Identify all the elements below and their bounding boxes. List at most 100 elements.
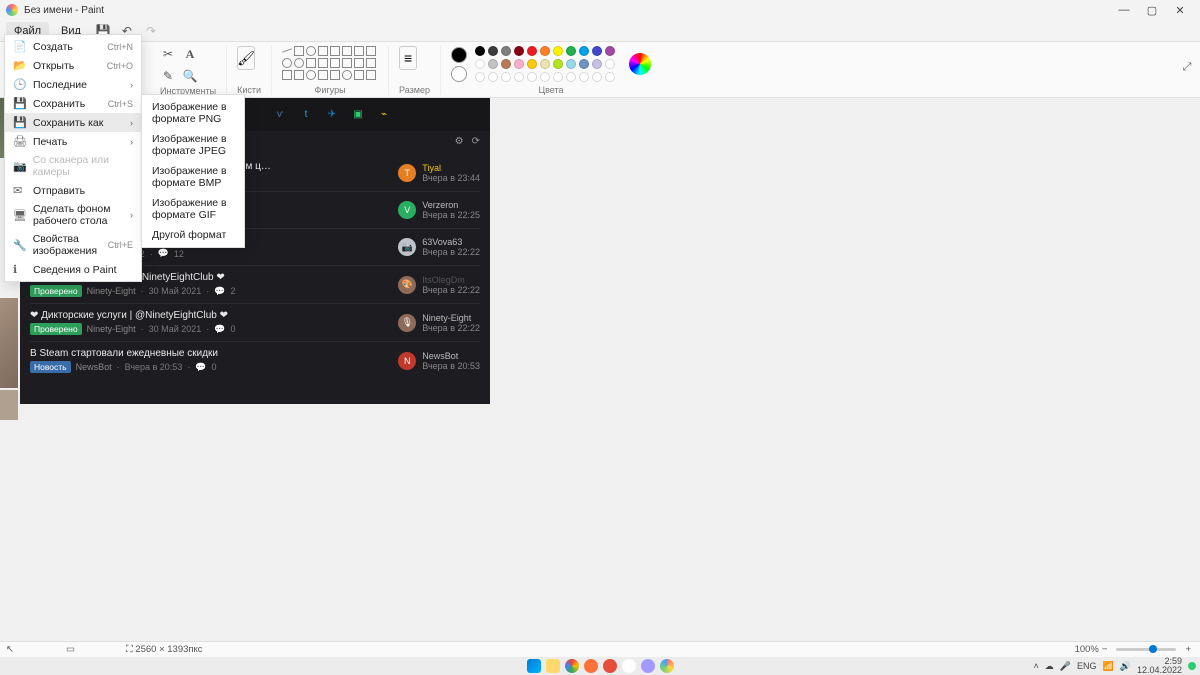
color-swatch[interactable] — [501, 46, 511, 56]
color-swatch[interactable] — [566, 72, 576, 82]
color-swatch[interactable] — [605, 72, 615, 82]
notification-dot-icon[interactable] — [1188, 662, 1196, 670]
save-as-item[interactable]: Изображение в формате PNG — [142, 97, 244, 129]
chevron-right-icon: › — [130, 137, 133, 147]
save-as-item[interactable]: Изображение в формате GIF — [142, 193, 244, 225]
close-button[interactable]: ✕ — [1166, 4, 1194, 17]
color-swatch[interactable] — [501, 59, 511, 69]
color-swatch[interactable] — [553, 72, 563, 82]
save-as-item[interactable]: Изображение в формате BMP — [142, 161, 244, 193]
color-swatch[interactable] — [579, 72, 589, 82]
menu-item-icon: ℹ — [13, 263, 27, 276]
brush-button[interactable]: 🖌 — [237, 46, 255, 70]
color-swatch[interactable] — [514, 72, 524, 82]
post-author: Ninety-Eight — [87, 324, 136, 334]
language-indicator[interactable]: ENG — [1077, 661, 1097, 671]
volume-icon[interactable]: 🔊 — [1120, 661, 1131, 672]
color-primary[interactable] — [451, 47, 467, 63]
firefox-icon[interactable] — [584, 659, 598, 673]
file-menu-item[interactable]: 🖥Сделать фоном рабочего стола› — [5, 200, 141, 230]
app-icon-1[interactable] — [603, 659, 617, 673]
file-menu-item[interactable]: 📂ОткрытьCtrl+O — [5, 56, 141, 75]
color-swatch[interactable] — [540, 72, 550, 82]
color-swatch[interactable] — [592, 59, 602, 69]
clock[interactable]: 2:59 12.04.2022 — [1137, 657, 1182, 675]
post-meta: Новость NewsBot ·Вчера в 20:53 ·💬0 — [30, 361, 398, 373]
tool-zoom[interactable]: 🔍 — [182, 68, 198, 84]
mic-icon[interactable]: 🎤 — [1060, 661, 1071, 672]
color-secondary[interactable] — [451, 66, 467, 82]
color-swatch[interactable] — [566, 59, 576, 69]
file-menu-item[interactable]: 🕒Последние› — [5, 75, 141, 94]
save-as-item[interactable]: Другой формат — [142, 225, 244, 245]
zoom-slider[interactable] — [1116, 648, 1176, 651]
file-menu-item[interactable]: 🖨Печать› — [5, 132, 141, 151]
refresh-icon: ⟳ — [472, 136, 480, 147]
menu-item-label: Отправить — [33, 185, 85, 197]
color-swatch[interactable] — [501, 72, 511, 82]
post-tag: Проверено — [30, 285, 82, 297]
start-button[interactable] — [527, 659, 541, 673]
menu-item-label: Открыть — [33, 60, 74, 72]
tool-select[interactable]: ✂ — [160, 46, 176, 62]
color-swatch[interactable] — [592, 72, 602, 82]
forum-post: ❤ Дикторские услуги | @NinetyEightClub ❤… — [30, 303, 480, 341]
menu-item-icon: 📂 — [13, 59, 27, 72]
tool-eyedropper[interactable]: ✎ — [160, 68, 176, 84]
paint-taskbar-icon[interactable] — [660, 659, 674, 673]
file-menu-item[interactable]: 💾Сохранить как› — [5, 113, 141, 132]
file-menu-item[interactable]: 💾СохранитьCtrl+S — [5, 94, 141, 113]
color-swatch[interactable] — [488, 46, 498, 56]
telegram-icon: ✈ — [326, 109, 338, 121]
zoom-in-button[interactable]: + — [1182, 644, 1194, 655]
chrome-icon[interactable] — [565, 659, 579, 673]
color-swatch[interactable] — [605, 59, 615, 69]
color-swatch[interactable] — [488, 72, 498, 82]
ribbon-collapse-icon[interactable]: ⤢ — [1180, 60, 1194, 74]
save-as-item[interactable]: Изображение в формате JPEG — [142, 129, 244, 161]
menu-item-label: Сделать фоном рабочего стола — [33, 203, 130, 227]
color-swatch[interactable] — [553, 46, 563, 56]
color-swatch[interactable] — [540, 59, 550, 69]
color-swatch[interactable] — [527, 72, 537, 82]
app-icon-2[interactable] — [622, 659, 636, 673]
shape-gallery[interactable] — [282, 46, 378, 80]
edit-colors-button[interactable] — [629, 53, 651, 75]
tool-text[interactable]: A — [182, 46, 198, 62]
chevron-up-icon[interactable]: ˄ — [1034, 661, 1039, 671]
last-time: Вчера в 22:25 — [422, 210, 480, 220]
menu-item-shortcut: Ctrl+E — [108, 240, 133, 250]
color-swatch[interactable] — [527, 59, 537, 69]
maximize-button[interactable]: ▢ — [1138, 4, 1166, 17]
file-menu-item[interactable]: ℹСведения о Paint — [5, 260, 141, 279]
app-icon-3[interactable] — [641, 659, 655, 673]
wifi-icon[interactable]: 📶 — [1103, 661, 1114, 672]
file-menu-item[interactable]: ✉Отправить — [5, 181, 141, 200]
color-swatch[interactable] — [566, 46, 576, 56]
file-menu-item[interactable]: 📄СоздатьCtrl+N — [5, 37, 141, 56]
cursor-position: ↖ — [6, 644, 66, 655]
ribbon-label-shapes: Фигуры — [282, 85, 378, 95]
color-swatch[interactable] — [605, 46, 615, 56]
color-swatch[interactable] — [527, 46, 537, 56]
color-swatch[interactable] — [514, 46, 524, 56]
minimize-button[interactable]: — — [1110, 4, 1138, 16]
color-swatch[interactable] — [540, 46, 550, 56]
explorer-icon[interactable] — [546, 659, 560, 673]
zoom-out-button[interactable]: − — [1099, 644, 1111, 655]
color-swatch[interactable] — [579, 59, 589, 69]
size-button[interactable]: ≡ — [399, 46, 417, 70]
post-author: Ninety-Eight — [87, 286, 136, 296]
file-menu-item[interactable]: 🔧Свойства изображенияCtrl+E — [5, 230, 141, 260]
color-swatch[interactable] — [579, 46, 589, 56]
post-title: В Steam стартовали ежедневные скидки — [30, 348, 398, 359]
color-swatch[interactable] — [488, 59, 498, 69]
color-swatch[interactable] — [475, 59, 485, 69]
cloud-icon[interactable]: ☁ — [1045, 661, 1054, 672]
color-swatch[interactable] — [475, 46, 485, 56]
color-swatch[interactable] — [514, 59, 524, 69]
color-swatch[interactable] — [553, 59, 563, 69]
window-titlebar: Без имени - Paint — ▢ ✕ — [0, 0, 1200, 20]
color-swatch[interactable] — [592, 46, 602, 56]
color-swatch[interactable] — [475, 72, 485, 82]
